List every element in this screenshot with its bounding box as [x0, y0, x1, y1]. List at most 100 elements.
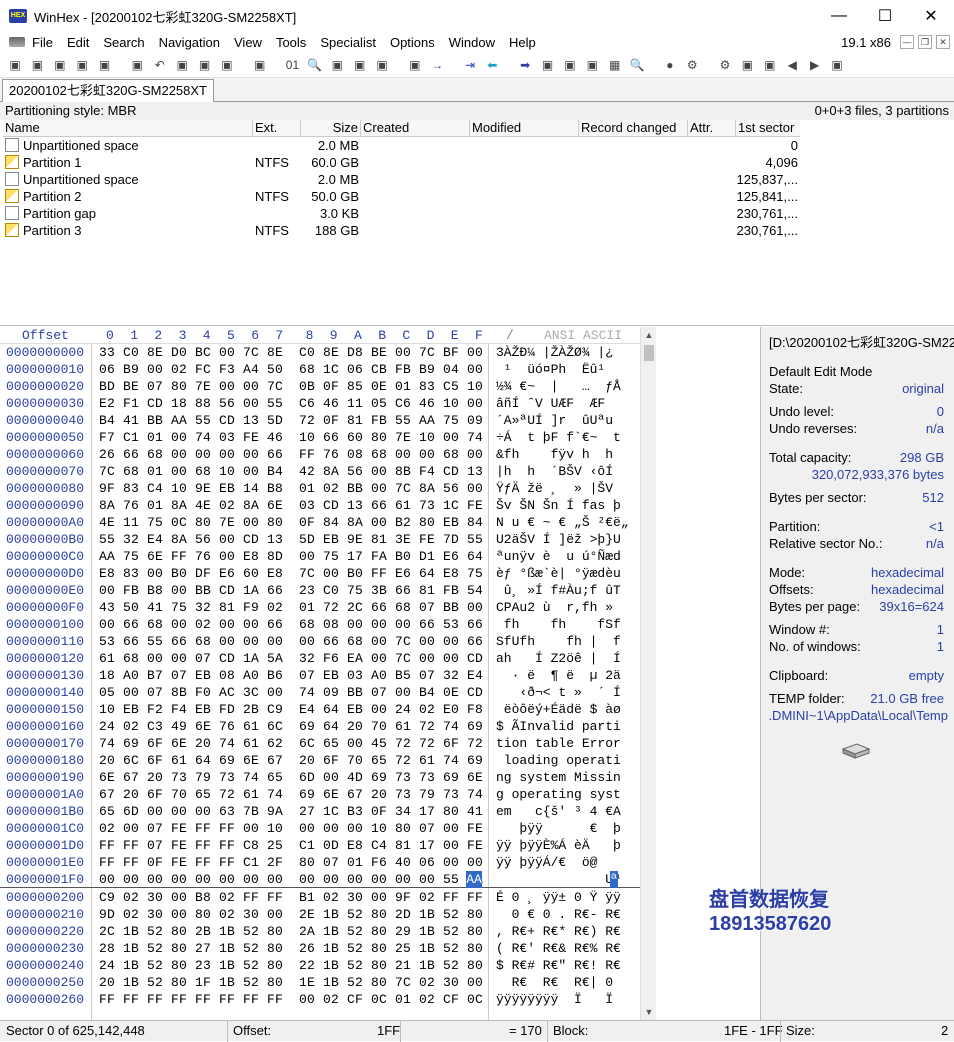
hex-row[interactable]: AA 75 6E FF 76 00 E8 8D 00 75 17 FA B0 D…	[99, 548, 483, 565]
ascii-row[interactable]: , R€+ R€* R€) R€	[496, 923, 621, 940]
ascii-row[interactable]: ½¾ €~ | … ƒÅ	[496, 378, 629, 395]
next-icon[interactable]: ▶	[806, 56, 824, 74]
temp-folder-path[interactable]: .DMINI~1\AppData\Local\Temp	[768, 707, 948, 724]
hex-editor[interactable]: 0000000000 0000000010 0000000020 0000000030…	[0, 344, 640, 1020]
directory-row[interactable]: Unpartitioned space 2.0 MB 0	[3, 137, 800, 154]
paste-icon[interactable]: ▣	[218, 56, 236, 74]
mdi-close-button[interactable]: ✕	[936, 35, 950, 49]
menu-specialist[interactable]: Specialist	[313, 35, 383, 50]
disk-tools-icon[interactable]: ▣	[583, 56, 601, 74]
file-list-icon[interactable]: ▣	[761, 56, 779, 74]
scroll-thumb[interactable]	[644, 345, 654, 361]
hex-row[interactable]: 9D 02 30 00 80 02 30 00 2E 1B 52 80 2D 1…	[99, 906, 483, 923]
hex-row[interactable]: B4 41 BB AA 55 CD 13 5D 72 0F 81 FB 55 A…	[99, 412, 483, 429]
ascii-row[interactable]: Uª	[496, 871, 621, 888]
selected-byte[interactable]: AA	[466, 871, 482, 888]
menu-help[interactable]: Help	[502, 35, 543, 50]
ascii-row[interactable]: R€ R€ R€| 0	[496, 974, 621, 991]
ascii-row[interactable]: ´A»ªUÍ ]r ûUªu	[496, 412, 621, 429]
ascii-row[interactable]: ‹ð¬< t » ´ Í	[496, 684, 620, 701]
hex-row[interactable]: 55 32 E4 8A 56 00 CD 13 5D EB 9E 81 3E F…	[99, 531, 483, 548]
save-icon[interactable]: ▣	[51, 56, 69, 74]
binary-icon[interactable]: 01	[283, 56, 301, 74]
hex-row[interactable]: 2C 1B 52 80 2B 1B 52 80 2A 1B 52 80 29 1…	[99, 923, 483, 940]
print-icon[interactable]: ▣	[73, 56, 91, 74]
block-status-value[interactable]: 1FE - 1FF	[724, 1021, 783, 1041]
ascii-row[interactable]: 0 € 0 . R€- R€	[496, 906, 621, 923]
ascii-row[interactable]: ÿÿÿÿÿÿÿÿ Ï Ï	[496, 991, 621, 1008]
state-value[interactable]: original	[902, 380, 944, 397]
minimize-button[interactable]: —	[816, 0, 862, 32]
scroll-down-icon[interactable]: ▼	[641, 1004, 657, 1020]
hex-row[interactable]: 61 68 00 00 07 CD 1A 5A 32 F6 EA 00 7C 0…	[99, 650, 483, 667]
hex-row[interactable]: 43 50 41 75 32 81 F9 02 01 72 2C 66 68 0…	[99, 599, 483, 616]
hex-row[interactable]: 9F 83 C4 10 9E EB 14 B8 01 02 BB 00 7C 8…	[99, 480, 483, 497]
hex-row[interactable]: 00 00 00 00 00 00 00 00 00 00 00 00 00 0…	[99, 871, 483, 888]
directory-row[interactable]: Partition 1 NTFS 60.0 GB 4,096	[3, 154, 800, 171]
maximize-button[interactable]: ☐	[862, 0, 908, 32]
ascii-row[interactable]: ng system Missin	[496, 769, 621, 786]
offset-status-value[interactable]: 1FF	[377, 1021, 400, 1041]
ascii-row[interactable]: &fh fÿv h h	[496, 446, 621, 463]
camera-icon[interactable]: ●	[661, 56, 679, 74]
hex-row[interactable]: 53 66 55 66 68 00 00 00 00 66 68 00 7C 0…	[99, 633, 483, 650]
replace-text-icon[interactable]: ▣	[373, 56, 391, 74]
compare-icon[interactable]: ▣	[738, 56, 756, 74]
open-icon[interactable]: ▣	[28, 56, 46, 74]
hex-row[interactable]: 8A 76 01 8A 4E 02 8A 6E 03 CD 13 66 61 7…	[99, 497, 483, 514]
ascii-column[interactable]: 3ÀŽÐ¼ |ŽÀŽØ¾ |¿ ¹ üó¤Ph Ëû¹ ½¾ €~ | … ƒÅ…	[489, 344, 640, 1020]
hex-row[interactable]: 67 20 6F 70 65 72 61 74 69 6E 67 20 73 7…	[99, 786, 483, 803]
col-record-changed[interactable]: Record changed	[579, 120, 688, 137]
col-created[interactable]: Created	[361, 120, 470, 137]
hex-row[interactable]: 24 02 C3 49 6E 76 61 6C 69 64 20 70 61 7…	[99, 718, 483, 735]
ascii-row[interactable]: É 0 ¸ ÿÿ± 0 Ÿ ÿÿ	[496, 889, 621, 906]
col-first-sector[interactable]: 1st sector	[736, 120, 800, 137]
find-icon[interactable]: 🔍	[306, 56, 324, 74]
close-button[interactable]: ✕	[908, 0, 954, 32]
undo-icon[interactable]: ↶	[151, 56, 169, 74]
copy-icon[interactable]: ▣	[173, 56, 191, 74]
ram-icon[interactable]: ▣	[561, 56, 579, 74]
open-disk-icon[interactable]: ▣	[128, 56, 146, 74]
ascii-row[interactable]: tion table Error	[496, 735, 621, 752]
hex-row[interactable]: 33 C0 8E D0 BC 00 7C 8E C0 8E D8 BE 00 7…	[99, 344, 483, 361]
hex-scrollbar[interactable]: ▲ ▼	[640, 327, 656, 1020]
sector-status[interactable]: Sector 0 of 625,142,448	[6, 1021, 145, 1041]
hex-row[interactable]: 24 1B 52 80 23 1B 52 80 22 1B 52 80 21 1…	[99, 957, 483, 974]
forward-icon[interactable]: ➡	[516, 56, 534, 74]
menu-edit[interactable]: Edit	[60, 35, 96, 50]
hex-row[interactable]: 02 00 07 FE FF FF 00 10 00 00 00 10 80 0…	[99, 820, 483, 837]
hex-row[interactable]: 28 1B 52 80 27 1B 52 80 26 1B 52 80 25 1…	[99, 940, 483, 957]
ascii-row[interactable]: û¸ »Í f#Àu;f ûT	[496, 582, 621, 599]
replace-icon[interactable]: ▣	[328, 56, 346, 74]
ascii-row[interactable]: |h h ´BŠV ‹ôÍ	[496, 463, 621, 480]
menu-navigation[interactable]: Navigation	[152, 35, 227, 50]
system-menu-icon[interactable]	[9, 37, 25, 47]
ascii-row[interactable]: loading operati	[496, 752, 621, 769]
hex-row[interactable]: FF FF FF FF FF FF FF FF 00 02 CF 0C 01 0…	[99, 991, 483, 1008]
hex-row[interactable]: 06 B9 00 02 FC F3 A4 50 68 1C 06 CB FB B…	[99, 361, 483, 378]
calculator-icon[interactable]: ▦	[606, 56, 624, 74]
menu-tools[interactable]: Tools	[269, 35, 313, 50]
book-icon[interactable]: ▣	[828, 56, 846, 74]
ascii-row[interactable]: ÿÿ þÿÿÈ%Á èÄ þ	[496, 837, 621, 854]
replace-hex-icon[interactable]: ▣	[406, 56, 424, 74]
ascii-row[interactable]: g operating syst	[496, 786, 621, 803]
hex-row[interactable]: 26 66 68 00 00 00 00 66 FF 76 08 68 00 0…	[99, 446, 483, 463]
goto-offset-icon[interactable]: →	[428, 56, 446, 74]
paste-special-icon[interactable]: ▣	[251, 56, 269, 74]
hex-row[interactable]: 20 6C 6F 61 64 69 6E 67 20 6F 70 65 72 6…	[99, 752, 483, 769]
tab-document[interactable]: 20200102七彩虹320G-SM2258XT	[2, 79, 215, 102]
wrench-icon[interactable]: ⚙	[683, 56, 701, 74]
hex-row[interactable]: C9 02 30 00 B8 02 FF FF B1 02 30 00 9F 0…	[99, 889, 483, 906]
ascii-row[interactable]: · ë ¶ ë µ 2ä	[496, 667, 621, 684]
hex-row[interactable]: E8 83 00 B0 DF E6 60 E8 7C 00 B0 FF E6 6…	[99, 565, 483, 582]
ascii-row[interactable]: ŸƒÄ žë ¸ » |ŠV	[496, 480, 621, 497]
settings-icon[interactable]: ⚙	[716, 56, 734, 74]
disk-icon[interactable]: ▣	[539, 56, 557, 74]
hex-row[interactable]: BD BE 07 80 7E 00 00 7C 0B 0F 85 0E 01 8…	[99, 378, 483, 395]
ascii-row[interactable]: ( R€' R€& R€% R€	[496, 940, 621, 957]
menu-window[interactable]: Window	[442, 35, 502, 50]
menu-view[interactable]: View	[227, 35, 269, 50]
ascii-row[interactable]: 3ÀŽÐ¼ |ŽÀŽØ¾ |¿	[496, 344, 621, 361]
